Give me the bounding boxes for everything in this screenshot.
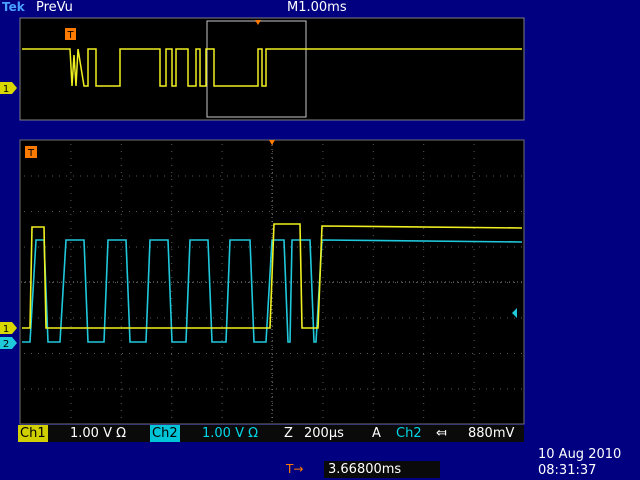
zoom-scale[interactable]: 200µs (304, 425, 344, 442)
trigger-icon: T (25, 146, 37, 159)
svg-text:1: 1 (3, 84, 9, 95)
ch2-ground-marker[interactable]: 2 (0, 337, 17, 350)
ch1-ground-marker[interactable]: 1 (0, 322, 17, 335)
trigger-position-value[interactable]: 3.66800ms (324, 461, 440, 478)
trigger-position-icon: T→ (286, 462, 304, 476)
ch1-scale[interactable]: 1.00 V Ω (70, 425, 126, 442)
time-readout: 08:31:37 (538, 463, 597, 478)
trigger-source[interactable]: Ch2 (396, 425, 422, 442)
svg-text:1: 1 (3, 324, 9, 335)
trigger-slope-icon[interactable]: ⤆ (436, 425, 447, 442)
svg-text:T: T (27, 148, 35, 159)
date-readout: 10 Aug 2010 (538, 447, 622, 462)
overview-trigger-icon: T (65, 28, 76, 41)
svg-text:2: 2 (3, 339, 9, 350)
trigger-mode: A (372, 426, 381, 441)
trigger-level[interactable]: 880mV (468, 425, 514, 442)
overview-panel: T 1 (0, 17, 525, 121)
scope-display: T 1 T 1 2 (0, 17, 525, 425)
zoom-label: Z (284, 426, 293, 441)
svg-text:T: T (66, 30, 74, 41)
ch2-label[interactable]: Ch2 (150, 425, 180, 442)
overview-ch1-marker[interactable]: 1 (0, 82, 17, 95)
ch2-scale[interactable]: 1.00 V Ω (202, 425, 258, 442)
ch1-label[interactable]: Ch1 (18, 425, 48, 442)
channel-status-bar: Ch1 1.00 V Ω Ch2 1.00 V Ω Z 200µs A Ch2 … (18, 425, 524, 442)
